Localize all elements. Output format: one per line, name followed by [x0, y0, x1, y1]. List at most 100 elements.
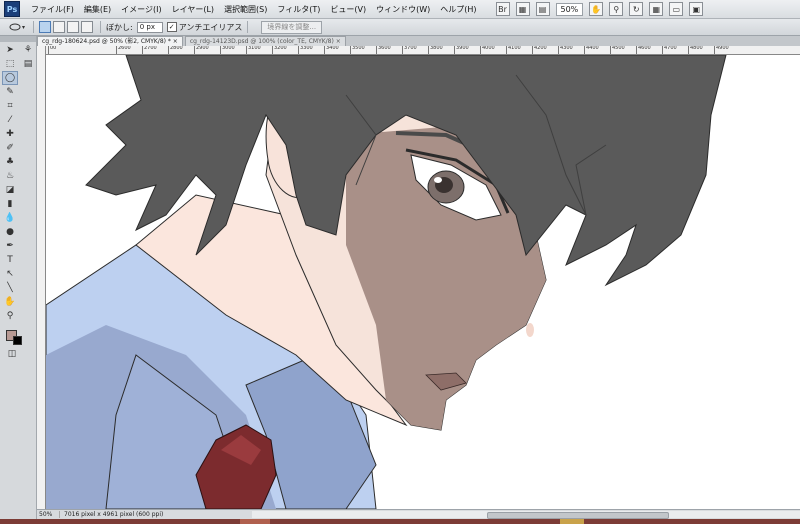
vertical-ruler	[37, 46, 46, 509]
ruler-label: 2900	[194, 46, 209, 54]
history-brush-icon[interactable]: ♨	[3, 170, 17, 182]
scrollbar-thumb[interactable]	[487, 512, 669, 519]
ruler-label: 00	[48, 46, 56, 54]
taskbar	[0, 519, 800, 524]
quick-select-tool-icon[interactable]: ✎	[3, 86, 17, 98]
feather-label: ぼかし:	[106, 22, 133, 32]
clone-stamp-icon[interactable]: ♣	[3, 156, 17, 168]
zoom-tool-icon[interactable]: ⚲	[3, 310, 17, 322]
grid-icon[interactable]: ▦	[649, 2, 664, 16]
ruler-label: 4800	[688, 46, 703, 54]
arrange-docs-icon[interactable]: ▭	[669, 2, 684, 16]
ruler-label: 4100	[506, 46, 521, 54]
document-tabs: cg_rdg-180624.psd @ 50% (影2, CMYK/8) * ×…	[37, 36, 800, 46]
crop-tool-icon[interactable]: ⌗	[3, 100, 17, 112]
divider	[100, 21, 101, 33]
divider	[247, 21, 249, 33]
tab-document-1[interactable]: cg_rdg-180624.psd @ 50% (影2, CMYK/8) * ×	[37, 36, 183, 46]
ruler-label: 4700	[662, 46, 677, 54]
eyedropper-tool-icon[interactable]: ⁄	[3, 114, 17, 126]
bridge-icon[interactable]: Br	[495, 2, 510, 16]
status-document-info: 7016 pixel x 4961 pixel (600 ppi)	[64, 511, 164, 518]
document-canvas[interactable]	[46, 55, 800, 509]
menu-edit[interactable]: 編集(E)	[79, 4, 116, 15]
menu-help[interactable]: ヘルプ(H)	[435, 4, 481, 15]
taskbar-button[interactable]	[560, 519, 584, 524]
ruler-label: 4400	[584, 46, 599, 54]
tool-presets-icon[interactable]: ⚘	[21, 44, 35, 56]
brush-tool-icon[interactable]: ✐	[3, 142, 17, 154]
status-zoom[interactable]: 50%	[37, 511, 60, 518]
subtract-selection-icon[interactable]	[67, 21, 79, 33]
menu-image[interactable]: イメージ(I)	[116, 4, 166, 15]
divider	[33, 21, 34, 33]
menu-select[interactable]: 選択範囲(S)	[219, 4, 272, 15]
anime-illustration	[46, 55, 727, 509]
gradient-tool-icon[interactable]: ▮	[3, 198, 17, 210]
add-selection-icon[interactable]	[53, 21, 65, 33]
ruler-label: 3200	[272, 46, 287, 54]
ruler-label: 2700	[142, 46, 157, 54]
rotate-view-icon[interactable]: ↻	[629, 2, 644, 16]
tab-document-2[interactable]: cg_rdg-14123D.psd @ 100% (color_TE, CMYK…	[184, 36, 346, 46]
zoom-icon[interactable]: ⚲	[609, 2, 624, 16]
intersect-selection-icon[interactable]	[81, 21, 93, 33]
ruler-label: 3700	[402, 46, 417, 54]
ruler-label: 3100	[246, 46, 261, 54]
pen-tool-icon[interactable]: ✒	[3, 240, 17, 252]
panel-icon[interactable]: ▤	[21, 58, 35, 70]
dodge-tool-icon[interactable]: ●	[3, 226, 17, 238]
ruler-label: 3300	[298, 46, 313, 54]
refine-edge-button[interactable]: 境界線を調整...	[261, 20, 323, 34]
menu-bar: Ps ファイル(F) 編集(E) イメージ(I) レイヤー(L) 選択範囲(S)…	[0, 0, 800, 19]
horizontal-ruler: 00 2600 2700 2800 2900 3000 3100 3200 33…	[46, 46, 800, 55]
healing-brush-icon[interactable]: ✚	[3, 128, 17, 140]
lasso-tool-icon[interactable]: ◯	[2, 71, 18, 85]
ruler-label: 4300	[558, 46, 573, 54]
ruler-label: 3900	[454, 46, 469, 54]
ruler-label: 3800	[428, 46, 443, 54]
menu-layer[interactable]: レイヤー(L)	[167, 4, 219, 15]
ruler-label: 3000	[220, 46, 235, 54]
ruler-label: 3500	[350, 46, 365, 54]
lasso-tool-preset-icon[interactable]	[6, 21, 28, 33]
blur-tool-icon[interactable]: 💧	[3, 212, 17, 224]
marquee-tool-icon[interactable]: ⬚	[3, 58, 17, 70]
menu-view[interactable]: ビュー(V)	[325, 4, 371, 15]
toolbox-grip[interactable]	[0, 36, 36, 42]
ruler-label: 4000	[480, 46, 495, 54]
antialias-checkbox[interactable]: ✓	[166, 22, 177, 32]
move-tool-icon[interactable]: ➤	[3, 44, 17, 56]
status-bar: 50% 7016 pixel x 4961 pixel (600 ppi)	[37, 509, 800, 519]
ruler-label: 3600	[376, 46, 391, 54]
ruler-label: 4200	[532, 46, 547, 54]
type-tool-icon[interactable]: T	[3, 254, 17, 266]
menu-filter[interactable]: フィルタ(T)	[272, 4, 325, 15]
view-extras-icon[interactable]: ▤	[535, 2, 550, 16]
taskbar-button[interactable]	[240, 519, 270, 524]
ruler-label: 2600	[116, 46, 131, 54]
ruler-label: 3400	[324, 46, 339, 54]
quick-mask-icon[interactable]: ◫	[5, 348, 19, 360]
photoshop-logo: Ps	[4, 1, 20, 17]
feather-input[interactable]: 0 px	[136, 21, 163, 33]
screen-mode-icon[interactable]: ▣	[689, 2, 704, 16]
hand-icon[interactable]: ✋	[589, 2, 604, 16]
new-selection-icon[interactable]	[39, 21, 51, 33]
menu-window[interactable]: ウィンドウ(W)	[371, 4, 435, 15]
hand-tool-icon[interactable]: ✋	[3, 296, 17, 308]
menu-file[interactable]: ファイル(F)	[26, 4, 79, 15]
minibridge-icon[interactable]: ▦	[515, 2, 530, 16]
ruler-label: 4900	[714, 46, 729, 54]
shape-tool-icon[interactable]: ╲	[3, 282, 17, 294]
path-select-icon[interactable]: ↖	[3, 268, 17, 280]
ruler-label: 4500	[610, 46, 625, 54]
eraser-tool-icon[interactable]: ◪	[3, 184, 17, 196]
toolbox: ➤ ⬚ ◯ ✎ ⌗ ⁄ ✚ ✐ ♣ ♨ ◪ ▮ 💧 ● ✒ T ↖ ╲ ✋ ⚲ …	[0, 36, 37, 524]
zoom-level-select[interactable]: 50%	[555, 2, 584, 16]
background-color-swatch[interactable]	[13, 336, 22, 345]
ruler-label: 2800	[168, 46, 183, 54]
antialias-label: アンチエイリアス	[178, 22, 243, 32]
tab-label: cg_rdg-14123D.psd @ 100% (color_TE, CMYK…	[189, 38, 334, 45]
horizontal-scrollbar[interactable]	[252, 511, 800, 519]
